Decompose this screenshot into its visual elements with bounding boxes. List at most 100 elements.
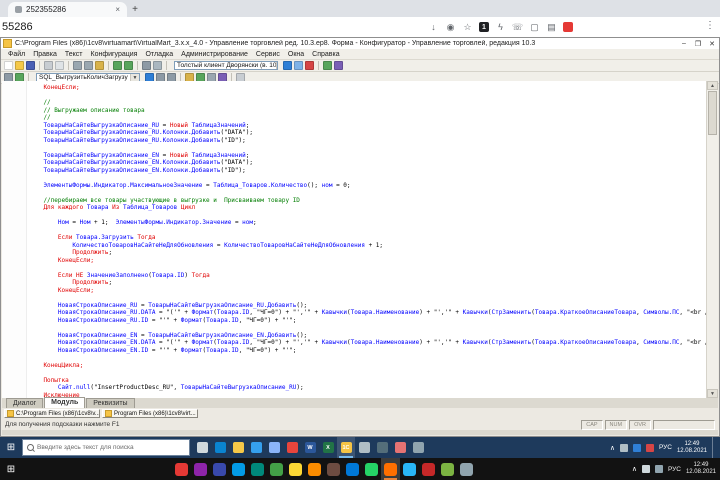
alert-tray-icon[interactable] [645, 443, 654, 452]
new-tab-button[interactable]: + [127, 2, 143, 17]
stop-debug-icon[interactable] [305, 61, 314, 70]
paint-icon[interactable] [391, 437, 409, 458]
show-desktop-strip[interactable] [712, 437, 717, 458]
dropdown-arrow-icon[interactable]: ▼ [130, 74, 139, 81]
start-button[interactable]: ⊞ [0, 437, 22, 458]
address-text[interactable]: 55286 [2, 21, 33, 33]
dropdown-arrow-icon[interactable]: ▼ [276, 62, 277, 69]
calculator-icon[interactable] [373, 437, 391, 458]
app-icon-13[interactable] [400, 458, 419, 480]
menu-item-3[interactable]: Конфигурация [87, 51, 142, 58]
bookmark-star-icon[interactable]: ☆ [462, 22, 473, 33]
debug-client-combo[interactable]: Толстый клиент Дворянски (в. 10▼ [174, 61, 278, 70]
print-icon[interactable] [44, 61, 53, 70]
menu-item-1[interactable]: Правка [29, 51, 61, 58]
syntax-check-icon[interactable] [323, 61, 332, 70]
cast-screen-icon[interactable]: ▢ [529, 22, 540, 33]
app-icon-11[interactable] [362, 458, 381, 480]
help-icon[interactable] [334, 61, 343, 70]
step-debug-icon[interactable] [294, 61, 303, 70]
cut-icon[interactable] [73, 61, 82, 70]
network-icon[interactable] [641, 465, 650, 473]
store-icon[interactable] [247, 437, 265, 458]
window-titlebar[interactable]: C:\Program Files (x86)\1cv8\virtuamart\V… [1, 38, 719, 49]
doc-tab-0[interactable]: Диалог [6, 398, 44, 408]
code-editor[interactable]: КонецЕсли; // // Выгружаем описание това… [2, 81, 718, 398]
doc-tab-1[interactable]: Модуль [44, 397, 86, 408]
save-icon[interactable] [26, 61, 35, 70]
app-icon-14[interactable] [419, 458, 438, 480]
replace-icon[interactable] [153, 61, 162, 70]
explorer-icon[interactable] [229, 437, 247, 458]
extension-counter-badge[interactable]: 1 [479, 22, 489, 32]
app-icon-8[interactable] [305, 458, 324, 480]
tab-close-icon[interactable]: × [115, 5, 120, 14]
doc-tab-2[interactable]: Реквизиты [86, 398, 135, 408]
scroll-up-icon[interactable]: ▲ [707, 81, 718, 90]
start-debug-icon[interactable] [283, 61, 292, 70]
edge-icon[interactable] [211, 437, 229, 458]
excel-icon[interactable]: X [319, 437, 337, 458]
scrollbar-thumb[interactable] [708, 91, 717, 135]
browser-tab[interactable]: 252355286 × [8, 2, 127, 17]
chrome-icon[interactable] [283, 437, 301, 458]
local-language-indicator[interactable]: РУС [668, 466, 681, 473]
taskbar-search-input[interactable]: Введите здесь текст для поиска [22, 439, 190, 456]
code-area[interactable]: КонецЕсли; // // Выгружаем описание това… [29, 84, 706, 398]
app-icon-1[interactable] [172, 458, 191, 480]
settings-icon[interactable] [409, 437, 427, 458]
lightning-extension-icon[interactable]: ϟ [495, 22, 506, 33]
undo-icon[interactable] [113, 61, 122, 70]
browser-active-icon[interactable] [381, 458, 400, 480]
minimize-button[interactable]: – [677, 38, 691, 49]
app-icon-7[interactable] [286, 458, 305, 480]
local-clock[interactable]: 12:49 12.08.2021 [686, 462, 716, 476]
app-icon-4[interactable] [229, 458, 248, 480]
maximize-button[interactable]: ❐ [691, 38, 705, 49]
menu-item-4[interactable]: Отладка [141, 51, 177, 58]
mdi-window-tab-0[interactable]: C:\Program Files (x86)\1cv8\v... [4, 409, 100, 418]
copy-icon[interactable] [84, 61, 93, 70]
redo-icon[interactable] [124, 61, 133, 70]
clock[interactable]: 12:49 12.08.2021 [677, 441, 707, 455]
menu-item-5[interactable]: Администрирование [177, 51, 252, 58]
volume-icon[interactable] [654, 465, 663, 473]
download-icon[interactable]: ↓ [428, 22, 439, 33]
vertical-scrollbar[interactable]: ▲ ▼ [706, 81, 718, 398]
language-indicator[interactable]: РУС [659, 444, 672, 451]
reader-mode-icon[interactable]: ◉ [445, 22, 456, 33]
menu-item-8[interactable]: Справка [308, 51, 343, 58]
app-icon-10[interactable] [343, 458, 362, 480]
menu-item-6[interactable]: Сервис [252, 51, 284, 58]
1c-app-icon[interactable]: 1С [337, 437, 355, 458]
tray-chevron-icon[interactable]: ∧ [610, 444, 615, 452]
mdi-window-tab-1[interactable]: Program Files (x86)\1cv8\virt... [102, 409, 198, 418]
app-icon-3[interactable] [210, 458, 229, 480]
open-folder-icon[interactable] [15, 61, 24, 70]
menu-item-7[interactable]: Окна [284, 51, 308, 58]
scroll-down-icon[interactable]: ▼ [707, 389, 718, 398]
word-icon[interactable]: W [301, 437, 319, 458]
find-icon[interactable] [142, 61, 151, 70]
app-icon-6[interactable] [267, 458, 286, 480]
close-button[interactable]: ✕ [705, 38, 719, 49]
task-view-icon[interactable] [193, 437, 211, 458]
local-tray-chevron-icon[interactable]: ∧ [632, 465, 637, 473]
menu-item-2[interactable]: Текст [61, 51, 87, 58]
phone-extension-icon[interactable]: ☏ [512, 22, 523, 33]
notepad-icon[interactable] [355, 437, 373, 458]
print-preview-icon[interactable] [55, 61, 64, 70]
mail-icon[interactable] [265, 437, 283, 458]
adblock-extension-icon[interactable] [563, 22, 573, 32]
new-file-icon[interactable] [4, 61, 13, 70]
onedrive-icon[interactable] [619, 443, 628, 452]
local-start-button[interactable]: ⊞ [0, 459, 22, 480]
print-extension-icon[interactable]: ▤ [546, 22, 557, 33]
app-icon-16[interactable] [457, 458, 476, 480]
shield-icon[interactable] [632, 443, 641, 452]
browser-menu-icon[interactable]: ⋮ [705, 20, 715, 31]
app-icon-15[interactable] [438, 458, 457, 480]
app-icon-5[interactable] [248, 458, 267, 480]
app-icon-9[interactable] [324, 458, 343, 480]
paste-icon[interactable] [95, 61, 104, 70]
